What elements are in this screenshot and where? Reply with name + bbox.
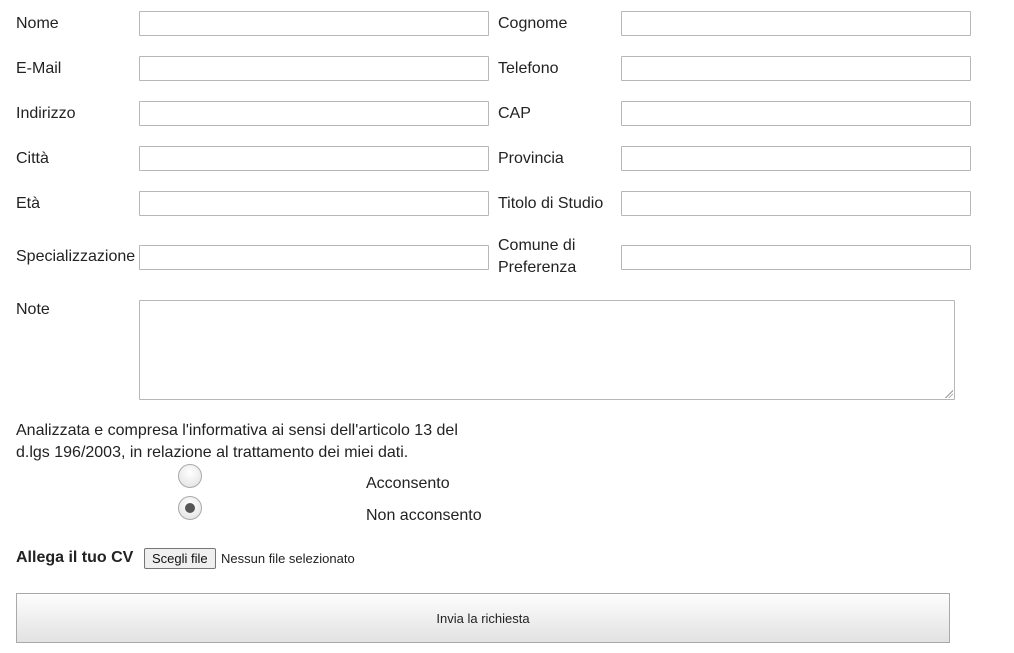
resize-grip-icon[interactable] — [945, 390, 953, 398]
provincia-label: Provincia — [498, 150, 564, 167]
non-acconsento-radio[interactable] — [178, 496, 202, 520]
cap-label: CAP — [498, 105, 531, 122]
nome-input[interactable] — [139, 11, 489, 36]
titolo-studio-label: Titolo di Studio — [498, 195, 604, 212]
acconsento-radio[interactable] — [178, 464, 202, 488]
eta-input[interactable] — [139, 191, 489, 216]
provincia-input[interactable] — [621, 146, 971, 171]
telefono-input[interactable] — [621, 56, 971, 81]
email-input[interactable] — [139, 56, 489, 81]
radio-selected-dot-icon — [185, 503, 195, 513]
specializzazione-label: Specializzazione — [16, 248, 136, 265]
submit-button[interactable]: Invia la richiesta — [16, 593, 950, 643]
cognome-input[interactable] — [621, 11, 971, 36]
titolo-studio-input[interactable] — [621, 191, 971, 216]
acconsento-label: Acconsento — [366, 475, 450, 492]
specializzazione-input[interactable] — [139, 245, 489, 270]
cognome-label: Cognome — [498, 15, 568, 32]
indirizzo-label: Indirizzo — [16, 105, 76, 122]
telefono-label: Telefono — [498, 60, 559, 77]
indirizzo-input[interactable] — [139, 101, 489, 126]
nome-label: Nome — [16, 15, 59, 32]
cv-label: Allega il tuo CV — [16, 549, 134, 566]
eta-label: Età — [16, 195, 41, 212]
note-container — [139, 300, 955, 400]
comune-preferenza-label: Comune di Preferenza — [498, 237, 577, 276]
note-label: Note — [16, 301, 50, 318]
comune-preferenza-input[interactable] — [621, 245, 971, 270]
cap-input[interactable] — [621, 101, 971, 126]
file-status: Nessun file selezionato — [221, 551, 355, 566]
citta-input[interactable] — [139, 146, 489, 171]
citta-label: Città — [16, 150, 49, 167]
non-acconsento-label: Non acconsento — [366, 507, 482, 524]
email-label: E-Mail — [16, 60, 62, 77]
choose-file-button[interactable]: Scegli file — [144, 548, 216, 569]
privacy-text: Analizzata e compresa l'informativa ai s… — [16, 422, 458, 461]
note-textarea[interactable] — [139, 300, 955, 400]
